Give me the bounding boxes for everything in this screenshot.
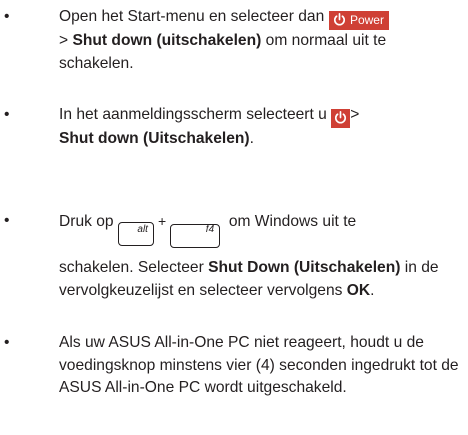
power-button: Power: [328, 11, 389, 30]
instruction-page: • Open het Start-menu en selecteer dan P…: [0, 0, 468, 435]
shut-down-label: Shut down (uitschakelen): [72, 32, 262, 49]
instruction-item-start-menu: Open het Start-menu en selecteer dan Pow…: [59, 6, 464, 75]
item-text: In het aanmeldingsscherm selecteert u: [59, 106, 327, 123]
bullet: •: [4, 106, 10, 123]
power-button-label: Power: [349, 13, 384, 27]
bullet: •: [4, 8, 10, 25]
ok-label: OK: [346, 281, 371, 299]
item-text: Open het Start-menu en selecteer dan: [59, 8, 325, 25]
instruction-item-login-screen: In het aanmeldingsscherm selecteert u > …: [59, 106, 360, 147]
alt-key: alt: [117, 222, 154, 246]
bullet: •: [4, 212, 10, 229]
f4-key: f4: [170, 224, 221, 248]
shut-down-label: Shut down (Uitschakelen): [59, 130, 250, 147]
instruction-item-force-shutdown: Als uw ASUS All-in-One PC niet reageert,…: [59, 334, 459, 396]
instruction-item-alt-f4: Druk op alt+f4 om Windows uit te schakel…: [59, 213, 439, 299]
power-icon: [335, 111, 347, 124]
power-button: [331, 109, 351, 128]
shut-down-label: Shut Down (Uitschakelen): [208, 259, 401, 276]
bullet: •: [4, 334, 10, 351]
power-icon: [333, 13, 345, 26]
